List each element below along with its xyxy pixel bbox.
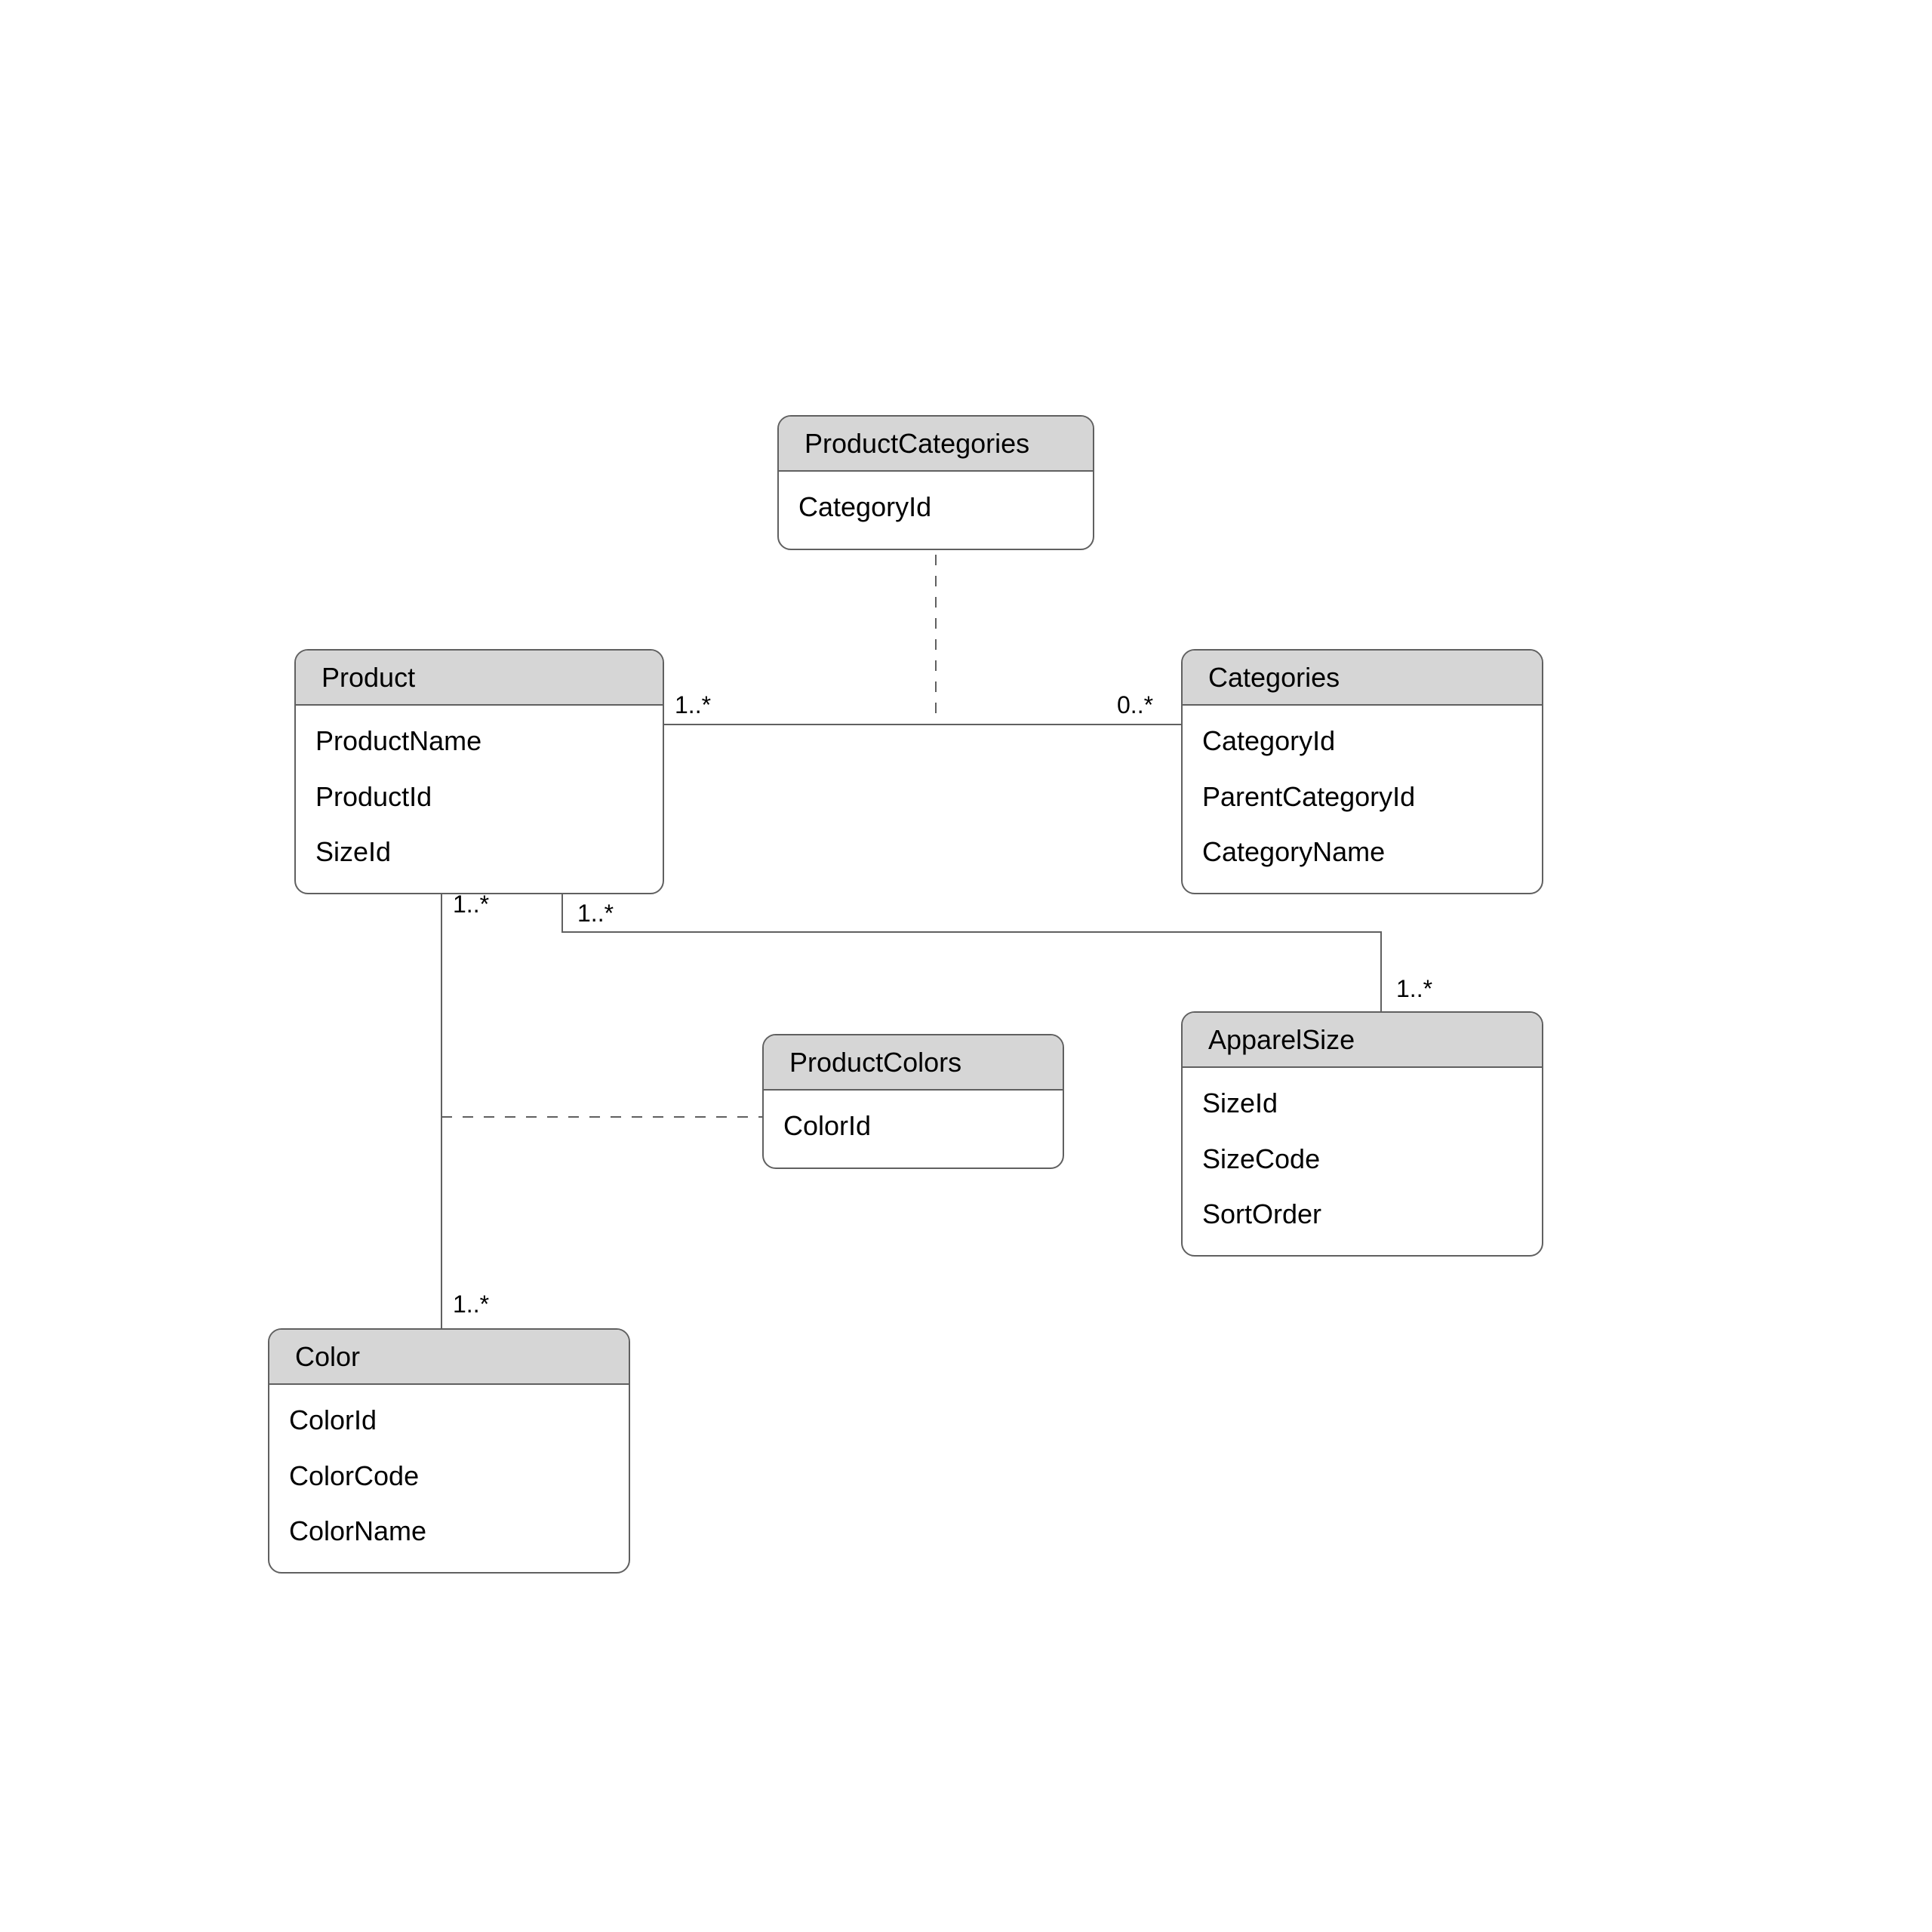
mult-product-to-color-bottom: 1..* — [453, 1291, 489, 1318]
entity-title: ProductCategories — [779, 417, 1093, 472]
entity-title: Categories — [1183, 651, 1542, 706]
attr: ColorId — [783, 1098, 1043, 1153]
attr: SizeId — [1202, 1075, 1522, 1131]
entity-body: ColorId — [764, 1091, 1063, 1167]
attr: ParentCategoryId — [1202, 769, 1522, 824]
entity-apparel-size: ApparelSize SizeId SizeCode SortOrder — [1181, 1011, 1543, 1257]
attr: ColorCode — [289, 1448, 609, 1503]
attr: ProductId — [315, 769, 643, 824]
attr: ColorId — [289, 1392, 609, 1447]
entity-title: ApparelSize — [1183, 1013, 1542, 1068]
entity-body: ProductName ProductId SizeId — [296, 706, 663, 893]
attr: SizeId — [315, 824, 643, 879]
entity-title: Color — [269, 1330, 629, 1385]
entity-product-colors: ProductColors ColorId — [762, 1034, 1064, 1169]
entity-body: SizeId SizeCode SortOrder — [1183, 1068, 1542, 1255]
attr: ProductName — [315, 713, 643, 768]
mult-product-to-categories-right: 0..* — [1117, 691, 1153, 719]
connectors-svg — [0, 0, 1932, 1932]
entity-product-categories: ProductCategories CategoryId — [777, 415, 1094, 550]
mult-product-to-size-right: 1..* — [1396, 975, 1432, 1003]
entity-product: Product ProductName ProductId SizeId — [294, 649, 664, 894]
entity-body: ColorId ColorCode ColorName — [269, 1385, 629, 1572]
mult-product-to-color-top: 1..* — [453, 891, 489, 918]
attr: SizeCode — [1202, 1131, 1522, 1186]
attr: CategoryId — [798, 479, 1073, 534]
mult-product-to-categories-left: 1..* — [675, 691, 711, 719]
entity-categories: Categories CategoryId ParentCategoryId C… — [1181, 649, 1543, 894]
attr: CategoryId — [1202, 713, 1522, 768]
entity-title: ProductColors — [764, 1035, 1063, 1091]
uml-canvas: ProductCategories CategoryId Product Pro… — [0, 0, 1932, 1932]
attr: SortOrder — [1202, 1186, 1522, 1241]
entity-body: CategoryId ParentCategoryId CategoryName — [1183, 706, 1542, 893]
entity-color: Color ColorId ColorCode ColorName — [268, 1328, 630, 1574]
entity-title: Product — [296, 651, 663, 706]
mult-product-to-size-left: 1..* — [577, 900, 614, 928]
attr: CategoryName — [1202, 824, 1522, 879]
entity-body: CategoryId — [779, 472, 1093, 548]
attr: ColorName — [289, 1503, 609, 1558]
